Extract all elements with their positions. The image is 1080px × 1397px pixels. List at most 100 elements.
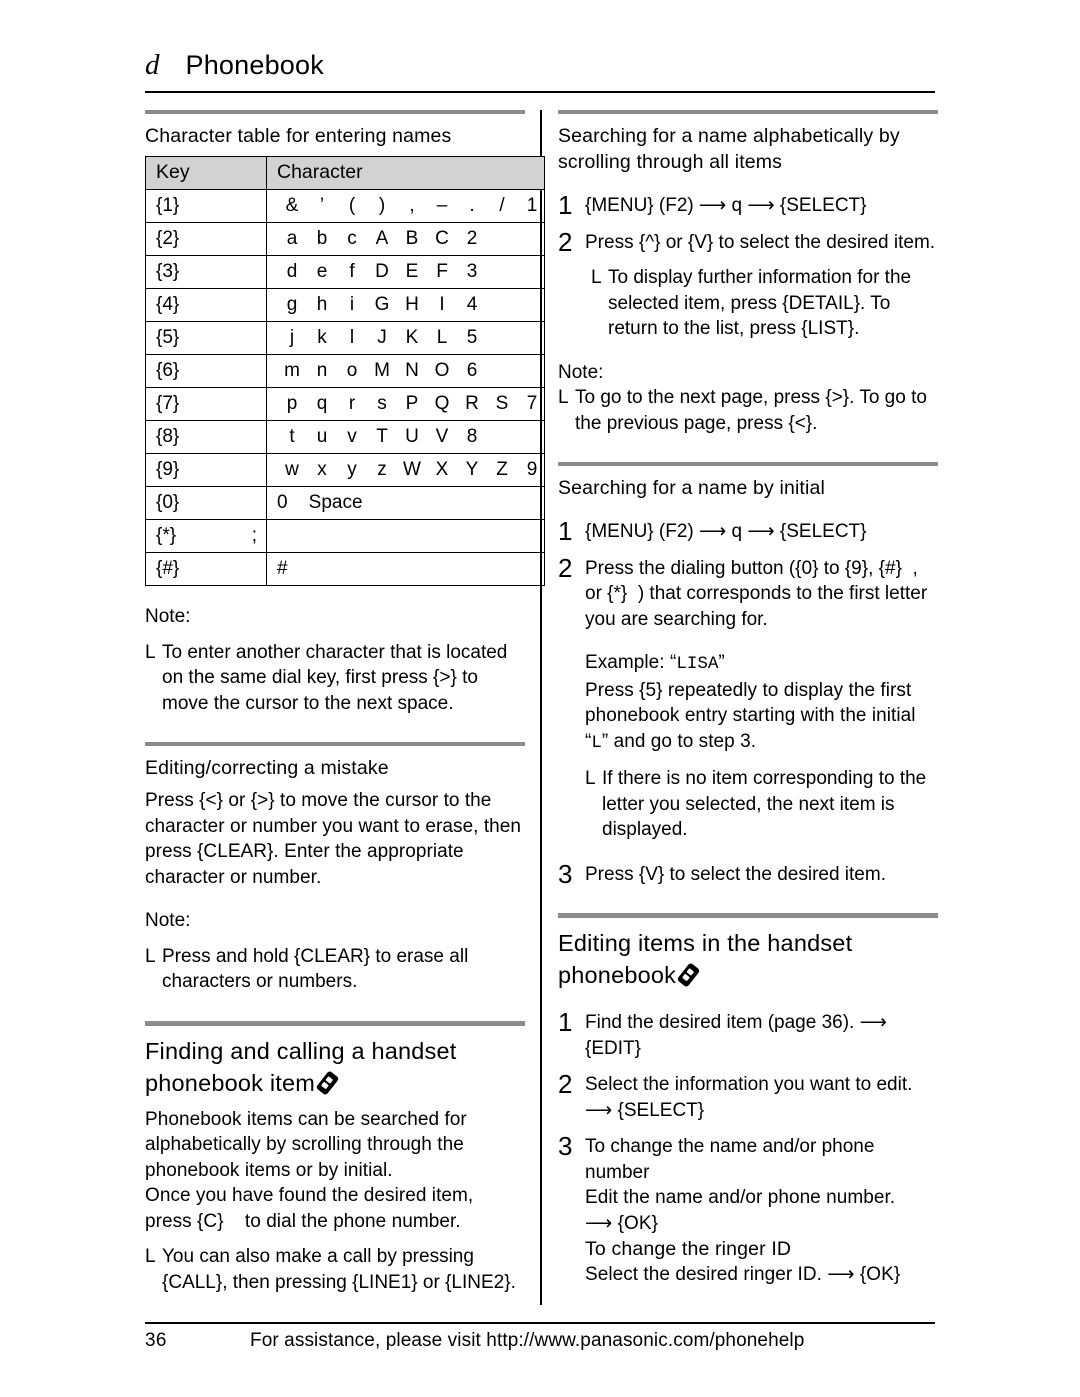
char: V	[435, 426, 449, 447]
table-row: {7} p q r s P Q R S 7	[145, 387, 545, 421]
char: 8	[466, 426, 478, 447]
character-list: t u v T U V 8	[277, 425, 544, 448]
step3-line: ⟶ {OK}	[585, 1212, 658, 1234]
step-item: 3 To change the name and/or phone number	[558, 1133, 938, 1185]
page-title: Phonebook	[185, 50, 324, 80]
example-label-line: Example: “LISA”	[585, 652, 725, 674]
char: v	[347, 426, 357, 447]
char: –	[436, 195, 448, 216]
bullet-marker: L	[591, 267, 602, 288]
char: W	[403, 459, 421, 480]
char: /	[499, 195, 505, 216]
char: t	[289, 426, 295, 447]
table-row: {#} #	[145, 552, 545, 586]
character-cell	[266, 519, 545, 553]
char: g	[286, 294, 298, 315]
finding-calling-bullet: L You can also make a call by pressing {…	[145, 1244, 525, 1295]
bullet-text: To go to the next page, press {>}. To go…	[575, 387, 927, 434]
table-row: {6} m n o M N O 6	[145, 354, 545, 388]
header-divider	[145, 91, 935, 93]
column-header-character: Character	[266, 156, 545, 190]
step-item: 1 Find the desired item (page 36). ⟶ {ED…	[558, 1009, 938, 1061]
char: d	[286, 261, 298, 282]
editing-mistake-heading: Editing/correcting a mistake	[145, 757, 389, 779]
step-number: 2	[558, 552, 573, 583]
char: H	[405, 294, 419, 315]
step-number: 2	[558, 1069, 573, 1099]
finding-calling-body-1: Phonebook items can be searched for alph…	[145, 1108, 467, 1181]
page-header: d Phonebook	[145, 50, 935, 81]
character-cell: g h i G H I 4	[266, 288, 545, 322]
character-cell: p q r s P Q R S 7	[266, 387, 545, 421]
char: p	[286, 393, 298, 414]
editing-items-heading-text: Editing items in the handset phonebook	[558, 930, 853, 988]
step-text: To change the name and/or phone number	[585, 1136, 875, 1183]
page-footer: 36 For assistance, please visit http://w…	[145, 1330, 935, 1352]
step-text: Press {^} or {V} to select the desired i…	[585, 231, 936, 253]
step-number: 3	[558, 1131, 573, 1161]
editing-items-heading: Editing items in the handset phonebook	[558, 927, 938, 991]
char: k	[317, 327, 327, 348]
step-text: Press the dialing button ({0} to {9}, {#…	[585, 557, 933, 630]
key-label: {*}	[156, 525, 177, 546]
note-bullet: L To go to the next page, press {>}. To …	[558, 385, 938, 436]
example-initial: L	[591, 732, 602, 753]
key-cell: {9}	[145, 453, 267, 487]
section-rule	[145, 110, 525, 114]
key-cell-star-wrap: {*} ;	[156, 524, 266, 547]
char: L	[436, 327, 448, 348]
character-list: w x y z W X Y Z 9	[277, 458, 544, 481]
footer-divider	[145, 1322, 935, 1324]
char: w	[285, 459, 299, 480]
char: u	[316, 426, 328, 447]
example-body-part-b: and go to step 3.	[608, 730, 757, 752]
key-cell: {4}	[145, 288, 267, 322]
char: c	[347, 228, 357, 249]
step-text: Find the desired item (page 36). ⟶ {EDIT…	[585, 1012, 887, 1059]
table-row: {4} g h i G H I 4	[145, 288, 545, 322]
character-list: p q r s P Q R S 7	[277, 392, 544, 415]
step-number: 1	[558, 516, 573, 546]
table-row: {3} d e f D E F 3	[145, 255, 545, 289]
key-extra-semicolon: ;	[251, 525, 257, 546]
character-list: j k l J K L 5	[277, 326, 544, 349]
table-row: {8} t u v T U V 8	[145, 420, 545, 454]
step-sub-bullet: L To display further information for the…	[591, 265, 938, 342]
search-alphabetically-heading: Searching for a name alphabetically by s…	[558, 125, 900, 173]
char: J	[377, 327, 387, 348]
section-rule	[558, 462, 938, 466]
char: I	[439, 294, 445, 315]
char: b	[316, 228, 328, 249]
step-item: 2 Press {^} or {V} to select the desired…	[558, 229, 938, 256]
table-row: {1} & ’ ( ) , – . / 1	[145, 189, 545, 223]
char: &	[285, 195, 299, 216]
char: Q	[434, 393, 450, 414]
handset-icon	[676, 962, 701, 988]
char: .	[469, 195, 475, 216]
right-column: Searching for a name alphabetically by s…	[558, 110, 938, 1288]
char: 1	[526, 195, 538, 216]
search-initial-heading: Searching for a name by initial	[558, 477, 825, 499]
note-bullet: L Press and hold {CLEAR} to erase all ch…	[145, 944, 525, 995]
character-cell: 0 Space	[266, 486, 545, 520]
character-table: Key Character {1} & ’ ( ) , – . / 1 {2} …	[145, 156, 545, 586]
bullet-text: If there is no item corresponding to the…	[602, 768, 927, 840]
step3-detail-lines: Edit the name and/or phone number. ⟶ {OK…	[585, 1185, 938, 1288]
char: 6	[466, 360, 478, 381]
bullet-marker: L	[145, 641, 156, 663]
char: K	[405, 327, 419, 348]
char: P	[405, 393, 419, 414]
section-rule	[558, 913, 938, 918]
char: U	[405, 426, 419, 447]
note-label: Note:	[558, 361, 604, 383]
char: M	[374, 360, 390, 381]
character-cell: & ’ ( ) , – . / 1	[266, 189, 545, 223]
char: y	[347, 459, 357, 480]
note-bullet: L To enter another character that is loc…	[145, 640, 525, 717]
bullet-marker: L	[145, 1246, 156, 1267]
key-cell: {0}	[145, 486, 267, 520]
char: 5	[466, 327, 478, 348]
step-item: 1 {MENU} (F2) ⟶ q ⟶ {SELECT}	[558, 518, 938, 545]
example-body: Press {5} repeatedly to display the firs…	[585, 679, 916, 753]
page-number: 36	[145, 1330, 167, 1351]
